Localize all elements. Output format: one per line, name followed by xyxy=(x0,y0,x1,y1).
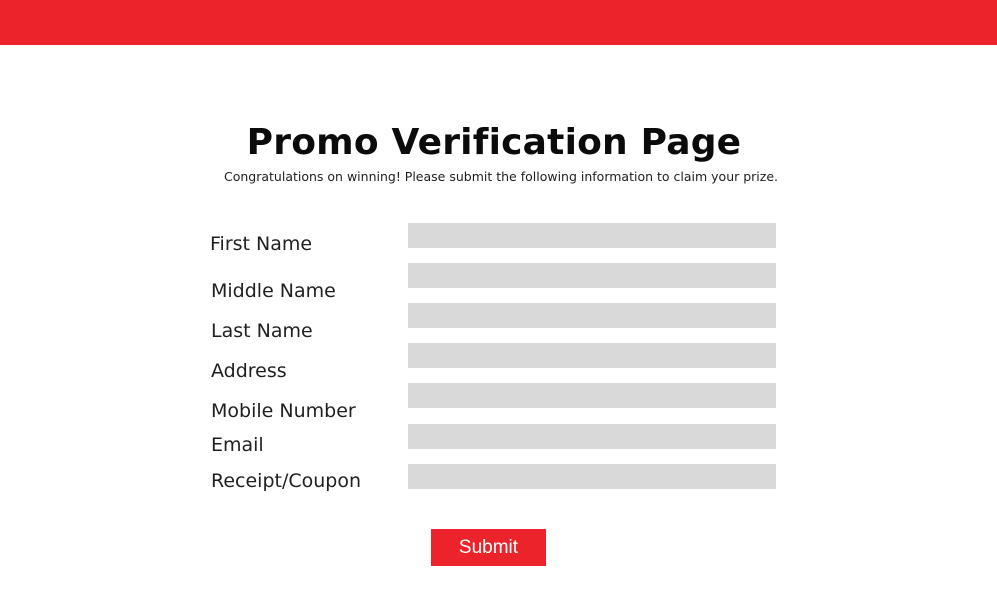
email-input[interactable] xyxy=(408,424,776,449)
middle-name-label: Middle Name xyxy=(211,280,336,302)
mobile-number-label: Mobile Number xyxy=(211,400,356,422)
address-label: Address xyxy=(211,360,287,382)
submit-button[interactable]: Submit xyxy=(431,529,546,566)
last-name-label: Last Name xyxy=(211,320,313,342)
page-subtitle: Congratulations on winning! Please submi… xyxy=(223,169,779,184)
receipt-coupon-input[interactable] xyxy=(408,464,776,489)
last-name-input[interactable] xyxy=(408,303,776,328)
email-label: Email xyxy=(211,434,264,456)
mobile-number-input[interactable] xyxy=(408,383,776,408)
first-name-label: First Name xyxy=(210,233,313,255)
page-title: Promo Verification Page xyxy=(246,122,742,163)
top-banner xyxy=(0,0,997,45)
address-input[interactable] xyxy=(408,343,776,368)
first-name-input[interactable] xyxy=(408,223,776,248)
receipt-coupon-label: Receipt/Coupon xyxy=(211,470,362,492)
middle-name-input[interactable] xyxy=(408,263,776,288)
